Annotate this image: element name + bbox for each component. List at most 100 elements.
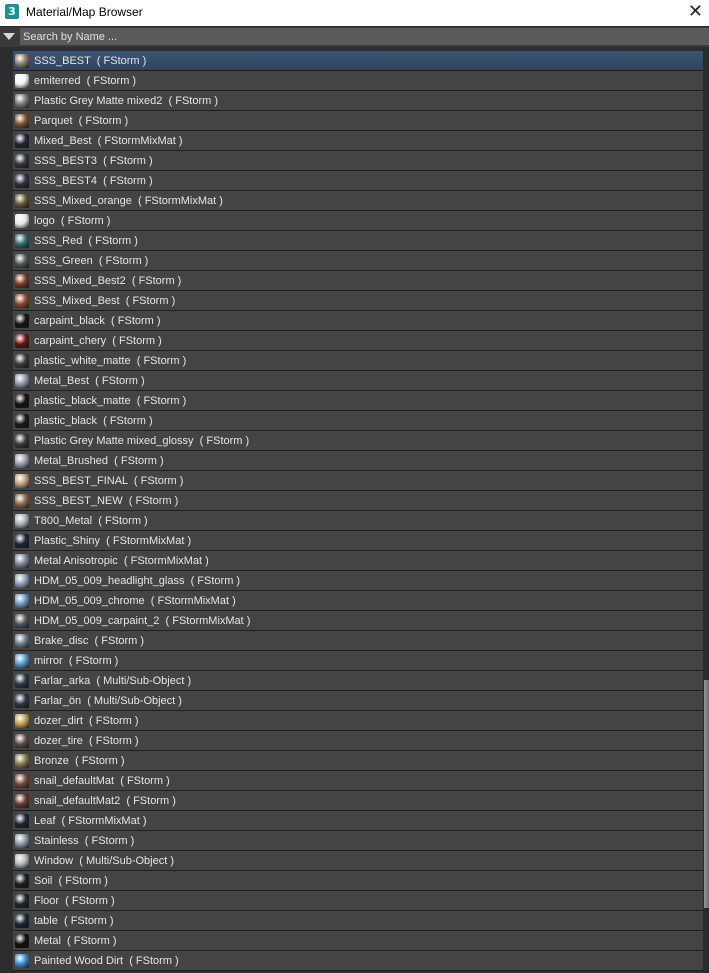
material-type: FStorm [91, 834, 128, 847]
material-type: FStorm [109, 414, 146, 427]
material-name: Farlar_ön [34, 694, 82, 707]
material-label: SSS_BEST_FINAL ( FStorm ) [34, 474, 184, 487]
material-list-item[interactable]: table ( FStorm ) [13, 911, 703, 931]
material-swatch-icon [15, 853, 29, 868]
material-list-item[interactable]: mirror ( FStorm ) [13, 651, 703, 671]
scrollbar[interactable] [703, 47, 709, 973]
material-name: dozer_dirt [34, 714, 83, 727]
material-list-item[interactable]: SSS_Green ( FStorm ) [13, 251, 703, 271]
material-list-item[interactable]: Plastic_Shiny ( FStormMixMat ) [13, 531, 703, 551]
material-list-item[interactable]: Farlar_ön ( Multi/Sub-Object ) [13, 691, 703, 711]
material-label: HDM_05_009_carpaint_2 ( FStormMixMat ) [34, 614, 251, 627]
material-type: FStorm [75, 654, 112, 667]
material-label: table ( FStorm ) [34, 914, 114, 927]
app-icon: 3 [5, 4, 19, 19]
material-list-item[interactable]: Bronze ( FStorm ) [13, 751, 703, 771]
material-list-item[interactable]: Parquet ( FStorm ) [13, 111, 703, 131]
material-name: Metal_Best [34, 374, 90, 387]
material-label: SSS_BEST ( FStorm ) [34, 54, 147, 67]
material-swatch-icon [15, 133, 29, 148]
material-label: plastic_white_matte ( FStorm ) [34, 354, 187, 367]
material-list-item[interactable]: Stainless ( FStorm ) [13, 831, 703, 851]
search-input[interactable] [20, 28, 709, 45]
material-name: SSS_BEST4 [34, 174, 97, 187]
material-list-item[interactable]: logo ( FStorm ) [13, 211, 703, 231]
material-list-item[interactable]: carpaint_black ( FStorm ) [13, 311, 703, 331]
material-list-item[interactable]: SSS_Mixed_orange ( FStormMixMat ) [13, 191, 703, 211]
material-label: SSS_Mixed_Best2 ( FStorm ) [34, 274, 182, 287]
material-list-item[interactable]: Painted Wood Dirt ( FStorm ) [13, 951, 703, 971]
collapse-triangle-icon[interactable] [3, 33, 15, 40]
material-label: mirror ( FStorm ) [34, 654, 119, 667]
material-list-item[interactable]: Floor ( FStorm ) [13, 891, 703, 911]
material-swatch-icon [15, 833, 29, 848]
material-list-item[interactable]: snail_defaultMat ( FStorm ) [13, 771, 703, 791]
material-list-item[interactable]: plastic_white_matte ( FStorm ) [13, 351, 703, 371]
material-type: FStorm [73, 934, 110, 947]
material-swatch-icon [15, 153, 29, 168]
material-list-item[interactable]: SSS_Red ( FStorm ) [13, 231, 703, 251]
material-name: Metal Anisotropic [34, 554, 118, 567]
material-list-item[interactable]: SSS_BEST_FINAL ( FStorm ) [13, 471, 703, 491]
material-swatch-icon [15, 873, 29, 888]
material-list-item[interactable]: emiterred ( FStorm ) [13, 71, 703, 91]
material-label: Metal Anisotropic ( FStormMixMat ) [34, 554, 209, 567]
material-name: Metal_Brushed [34, 454, 108, 467]
material-type: FStorm [143, 394, 180, 407]
material-list-item[interactable]: SSS_BEST3 ( FStorm ) [13, 151, 703, 171]
material-type: FStorm [119, 334, 156, 347]
material-list-item[interactable]: Farlar_arka ( Multi/Sub-Object ) [13, 671, 703, 691]
material-swatch-icon [15, 433, 29, 448]
material-swatch-icon [15, 353, 29, 368]
material-list-item[interactable]: SSS_BEST ( FStorm ) [13, 51, 703, 71]
material-label: SSS_Green ( FStorm ) [34, 254, 149, 267]
material-list-item[interactable]: HDM_05_009_headlight_glass ( FStorm ) [13, 571, 703, 591]
material-type: FStorm [126, 774, 164, 787]
material-list-item[interactable]: Soil ( FStorm ) [13, 871, 703, 891]
material-list-item[interactable]: Brake_disc ( FStorm ) [13, 631, 703, 651]
material-name: plastic_white_matte [34, 354, 131, 367]
material-list-item[interactable]: SSS_BEST4 ( FStorm ) [13, 171, 703, 191]
material-list-item[interactable]: Plastic Grey Matte mixed2 ( FStorm ) [13, 91, 703, 111]
material-list-item[interactable]: HDM_05_009_chrome ( FStormMixMat ) [13, 591, 703, 611]
material-type: FStorm [143, 354, 180, 367]
material-type: Multi/Sub-Object [85, 854, 168, 867]
material-swatch-icon [15, 173, 29, 188]
material-list-item[interactable]: snail_defaultMat2 ( FStorm ) [13, 791, 703, 811]
close-icon[interactable]: ✕ [688, 1, 703, 23]
material-name: Leaf [34, 814, 56, 827]
material-list-item[interactable]: dozer_tire ( FStorm ) [13, 731, 703, 751]
material-type: FStorm [105, 254, 142, 267]
material-list-item[interactable]: Metal ( FStorm ) [13, 931, 703, 951]
material-type: FStorm [81, 754, 118, 767]
material-list-item[interactable]: Leaf ( FStormMixMat ) [13, 811, 703, 831]
material-list-item[interactable]: Mixed_Best ( FStormMixMat ) [13, 131, 703, 151]
material-list-item[interactable]: Metal_Best ( FStorm ) [13, 371, 703, 391]
material-name: Plastic Grey Matte mixed2 [34, 94, 163, 107]
material-swatch-icon [15, 333, 29, 348]
material-list-item[interactable]: HDM_05_009_carpaint_2 ( FStormMixMat ) [13, 611, 703, 631]
material-name: HDM_05_009_chrome [34, 594, 145, 607]
material-swatch-icon [15, 573, 29, 588]
material-list-item[interactable]: Plastic Grey Matte mixed_glossy ( FStorm… [13, 431, 703, 451]
material-swatch-icon [15, 633, 29, 648]
material-name: Metal [34, 934, 61, 947]
search-bar [0, 27, 709, 47]
material-list-item[interactable]: plastic_black ( FStorm ) [13, 411, 703, 431]
material-list-item[interactable]: Window ( Multi/Sub-Object ) [13, 851, 703, 871]
scrollbar-thumb[interactable] [704, 680, 709, 908]
material-list-item[interactable]: T800_Metal ( FStorm ) [13, 511, 703, 531]
material-label: carpaint_chery ( FStorm ) [34, 334, 162, 347]
material-type: FStormMixMat [112, 534, 185, 547]
material-name: Painted Wood Dirt [34, 954, 124, 967]
material-list-item[interactable]: dozer_dirt ( FStorm ) [13, 711, 703, 731]
material-type: FStormMixMat [172, 614, 244, 627]
material-list-item[interactable]: SSS_Mixed_Best ( FStorm ) [13, 291, 703, 311]
material-list-item[interactable]: carpaint_chery ( FStorm ) [13, 331, 703, 351]
material-list-item[interactable]: plastic_black_matte ( FStorm ) [13, 391, 703, 411]
material-list-item[interactable]: Metal_Brushed ( FStorm ) [13, 451, 703, 471]
material-list-item[interactable]: Metal Anisotropic ( FStormMixMat ) [13, 551, 703, 571]
material-list-item[interactable]: SSS_BEST_NEW ( FStorm ) [13, 491, 703, 511]
material-list-item[interactable]: SSS_Mixed_Best2 ( FStorm ) [13, 271, 703, 291]
material-type: FStorm [138, 274, 175, 287]
